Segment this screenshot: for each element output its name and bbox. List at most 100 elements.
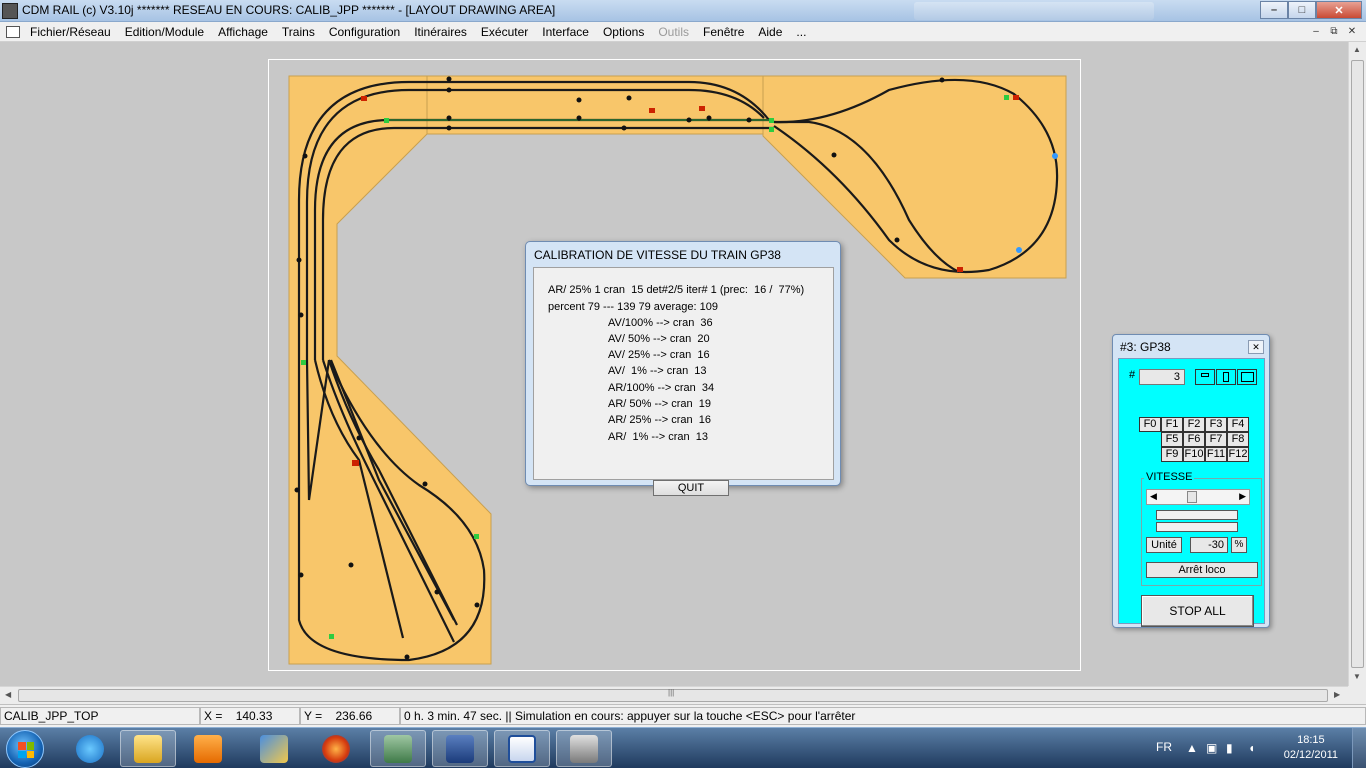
stop-loco-button[interactable]: Arrêt loco xyxy=(1146,562,1258,578)
minimize-button[interactable]: – xyxy=(1260,1,1288,19)
speed-slider[interactable]: ◀ ▶ xyxy=(1146,489,1250,505)
function-key-f7[interactable]: F7 xyxy=(1205,432,1227,447)
system-tray: FR ▲ ▣ ▮ ◖ 18:15 02/12/2011 xyxy=(1136,728,1366,768)
status-message: 0 h. 3 min. 47 sec. || Simulation en cou… xyxy=(400,707,1366,725)
taskbar-media-player[interactable] xyxy=(180,730,236,767)
mdi-close-button[interactable]: ✕ xyxy=(1344,25,1360,39)
clock-date: 02/12/2011 xyxy=(1283,749,1338,761)
document-icon[interactable] xyxy=(6,26,20,38)
taskbar-remote[interactable] xyxy=(370,730,426,767)
tray-expand-icon[interactable]: ▲ xyxy=(1186,741,1198,755)
clock-time: 18:15 xyxy=(1297,734,1325,746)
loco-panel-body: # 3 VITESSE ◀ ▶ Unité -30 % Arrêt loco S… xyxy=(1118,358,1265,627)
horizontal-scrollbar[interactable]: ◀ ||| ▶ xyxy=(0,686,1348,704)
quit-button[interactable]: QUIT xyxy=(653,480,729,496)
menu-item-0[interactable]: Fichier/Réseau xyxy=(30,25,111,39)
taskbar-devcpp[interactable] xyxy=(432,730,488,767)
taskbar-word[interactable] xyxy=(494,730,550,767)
tray-device-icon[interactable]: ▣ xyxy=(1206,741,1217,755)
firefox-icon xyxy=(322,734,350,763)
calibration-dialog: CALIBRATION DE VITESSE DU TRAIN GP38 QUI… xyxy=(525,241,841,496)
language-indicator[interactable]: FR xyxy=(1156,740,1172,754)
scroll-down-icon[interactable]: ▼ xyxy=(1353,672,1361,681)
menu-item-2[interactable]: Affichage xyxy=(218,25,268,39)
view-large-button[interactable] xyxy=(1237,369,1257,385)
function-key-f5[interactable]: F5 xyxy=(1161,432,1183,447)
percent-toggle[interactable]: % xyxy=(1231,537,1247,553)
taskbar-ie[interactable] xyxy=(62,730,118,767)
folder-icon xyxy=(134,734,162,763)
taskbar-firefox[interactable] xyxy=(308,730,364,767)
calibration-line: AR/ 50% --> cran 19 xyxy=(608,398,712,410)
function-key-f3[interactable]: F3 xyxy=(1205,417,1227,432)
dialog-title: CALIBRATION DE VITESSE DU TRAIN GP38 xyxy=(534,248,781,262)
network-icon[interactable]: ▮ xyxy=(1226,741,1233,755)
menu-item-12[interactable]: ... xyxy=(796,25,806,39)
speed-slider-thumb[interactable] xyxy=(1187,491,1197,503)
loco-control-panel: #3: GP38 ✕ # 3 VITESSE ◀ ▶ Unité -30 % A… xyxy=(1112,334,1270,628)
status-y-label: Y = xyxy=(304,709,323,723)
unit-button[interactable]: Unité xyxy=(1146,537,1182,553)
scroll-left-icon[interactable]: ◀ xyxy=(5,690,11,699)
menu-bar: Fichier/Réseau Edition/Module Affichage Tra… xyxy=(0,22,1366,42)
vertical-scroll-thumb[interactable] xyxy=(1351,60,1364,668)
menu-item-8[interactable]: Options xyxy=(603,25,644,39)
menu-item-5[interactable]: Itinéraires xyxy=(414,25,467,39)
menu-item-10[interactable]: Fenêtre xyxy=(703,25,744,39)
calibration-line: AR/ 25% 1 cran 15 det#2/5 iter# 1 (prec:… xyxy=(548,284,805,296)
scroll-right-icon[interactable]: ▶ xyxy=(1334,690,1340,699)
clock[interactable]: 18:15 02/12/2011 xyxy=(1284,733,1338,763)
mdi-minimize-button[interactable]: – xyxy=(1308,25,1324,39)
menu-item-1[interactable]: Edition/Module xyxy=(125,25,204,39)
volume-icon[interactable]: ◖ xyxy=(1248,741,1255,755)
speed-value-field[interactable]: -30 xyxy=(1190,537,1228,553)
function-key-f12[interactable]: F12 xyxy=(1227,447,1249,462)
function-key-f2[interactable]: F2 xyxy=(1183,417,1205,432)
menu-item-7[interactable]: Interface xyxy=(542,25,589,39)
menu-list: Fichier/Réseau Edition/Module Affichage Tra… xyxy=(30,25,820,39)
taskbar-paint[interactable] xyxy=(246,730,302,767)
menu-item-6[interactable]: Exécuter xyxy=(481,25,528,39)
speed-bar-forward xyxy=(1156,510,1238,520)
close-button[interactable]: ✕ xyxy=(1316,1,1362,19)
menu-item-11[interactable]: Aide xyxy=(758,25,782,39)
menu-item-9[interactable]: Outils xyxy=(658,25,689,39)
function-key-f1[interactable]: F1 xyxy=(1161,417,1183,432)
scroll-up-icon[interactable]: ▲ xyxy=(1353,45,1361,54)
taskbar-cdm-rail[interactable] xyxy=(556,730,612,767)
menu-item-4[interactable]: Configuration xyxy=(329,25,400,39)
slider-left-arrow-icon[interactable]: ◀ xyxy=(1150,491,1157,502)
function-key-f0[interactable]: F0 xyxy=(1139,417,1161,432)
function-key-f8[interactable]: F8 xyxy=(1227,432,1249,447)
loco-number-label: # xyxy=(1129,369,1136,381)
calibration-line: AR/100% --> cran 34 xyxy=(608,382,715,394)
maximize-button[interactable]: □ xyxy=(1288,1,1316,19)
stop-all-button[interactable]: STOP ALL xyxy=(1141,595,1254,627)
view-small-button[interactable] xyxy=(1195,369,1215,385)
view-medium-button[interactable] xyxy=(1216,369,1236,385)
start-button[interactable] xyxy=(6,730,44,768)
speed-group: VITESSE ◀ ▶ Unité -30 % Arrêt loco xyxy=(1141,471,1262,586)
calibration-line: AV/ 50% --> cran 20 xyxy=(608,333,710,345)
speed-legend: VITESSE xyxy=(1144,471,1195,483)
function-key-f11[interactable]: F11 xyxy=(1205,447,1227,462)
paint-icon xyxy=(260,734,288,763)
slider-right-arrow-icon[interactable]: ▶ xyxy=(1239,491,1246,502)
media-player-icon xyxy=(194,734,222,763)
vertical-scrollbar[interactable]: ▲ ▼ xyxy=(1348,42,1366,686)
mdi-restore-button[interactable]: ⧉ xyxy=(1326,25,1342,39)
status-x: X = 140.33 xyxy=(200,707,300,725)
function-key-f10[interactable]: F10 xyxy=(1183,447,1205,462)
function-key-f6[interactable]: F6 xyxy=(1183,432,1205,447)
function-key-f4[interactable]: F4 xyxy=(1227,417,1249,432)
loco-panel-close-button[interactable]: ✕ xyxy=(1248,340,1264,354)
title-glass xyxy=(914,2,1154,20)
show-desktop-button[interactable] xyxy=(1352,728,1366,768)
loco-number-field[interactable]: 3 xyxy=(1139,369,1185,385)
function-key-f9[interactable]: F9 xyxy=(1161,447,1183,462)
taskbar-explorer[interactable] xyxy=(120,730,176,767)
calibration-line: AV/100% --> cran 36 xyxy=(608,317,713,329)
app-icon[interactable] xyxy=(2,3,18,19)
menu-item-3[interactable]: Trains xyxy=(282,25,315,39)
status-x-value: 140.33 xyxy=(235,709,273,723)
